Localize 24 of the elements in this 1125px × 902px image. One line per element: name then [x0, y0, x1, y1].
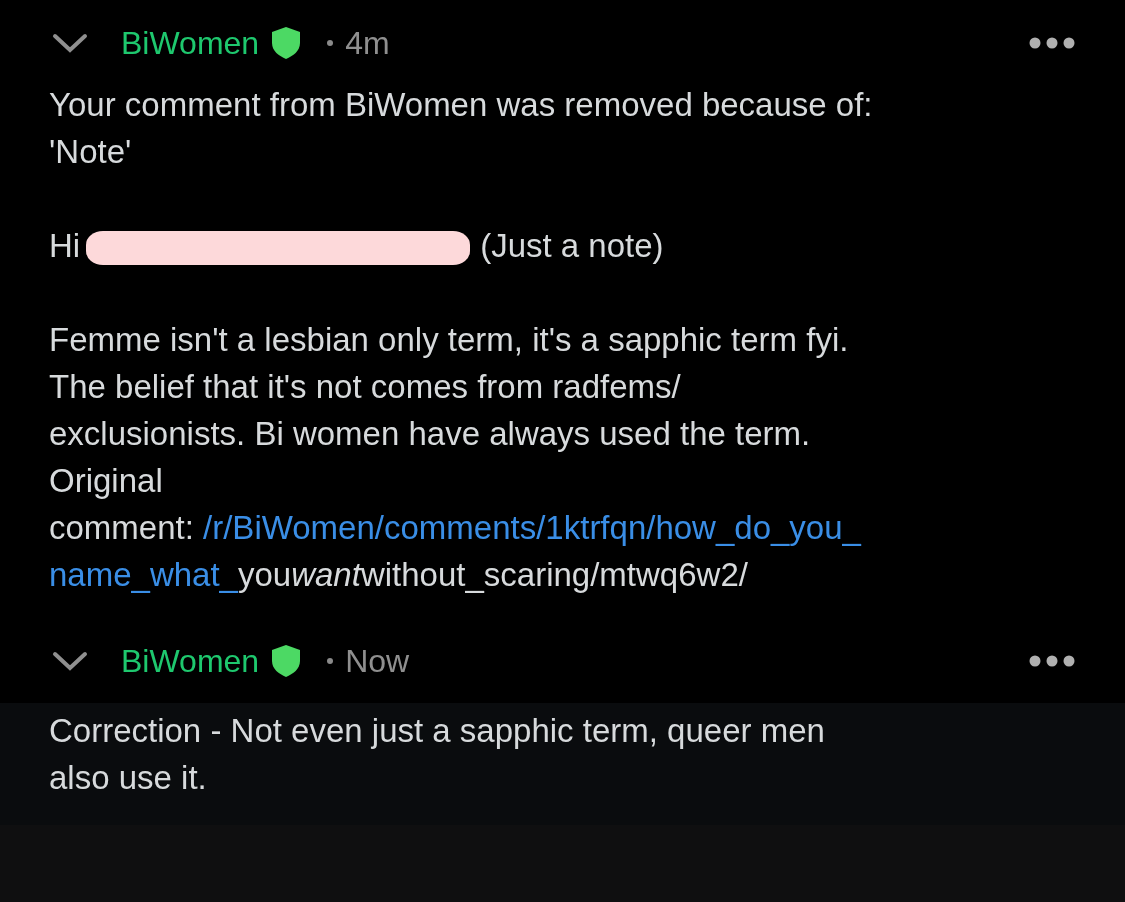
timestamp: 4m — [345, 24, 390, 62]
comment-text: Your comment from BiWomen was removed because of: — [49, 85, 874, 125]
collapse-chevron-icon[interactable] — [52, 33, 88, 53]
timestamp: Now — [345, 642, 410, 680]
comment-text: youwantwithout_scaring/mtwq6w2/ — [237, 556, 748, 593]
comment-text: The belief that it's not comes from radfems/ — [49, 367, 682, 407]
comment-text: also use it. — [49, 758, 208, 798]
separator-dot — [327, 658, 334, 664]
comment-text: 'Note' — [49, 132, 133, 172]
more-options-icon[interactable] — [1029, 37, 1075, 49]
community-name[interactable]: BiWomen — [121, 642, 260, 680]
comment-text: comment: — [49, 509, 194, 546]
comment-text: Hi — [49, 227, 81, 264]
comment-text: (Just a note) — [480, 227, 664, 264]
collapse-chevron-icon[interactable] — [52, 651, 88, 671]
community-name[interactable]: BiWomen — [121, 24, 260, 62]
comment-text: Correction - Not even just a sapphic term, queer men — [49, 711, 826, 751]
comment-text: exclusionists. Bi women have always used the term. — [49, 414, 812, 454]
comment-text: Femme isn't a lesbian only term, it's a sapphic term fyi. — [49, 320, 850, 360]
more-options-icon[interactable] — [1029, 655, 1075, 667]
link[interactable]: name_what_ — [49, 556, 238, 593]
comment-text: Original — [49, 461, 164, 501]
separator-dot — [327, 40, 334, 46]
link[interactable]: /r/BiWomen/comments/1ktrfqn/how_do_you_ — [203, 509, 861, 546]
